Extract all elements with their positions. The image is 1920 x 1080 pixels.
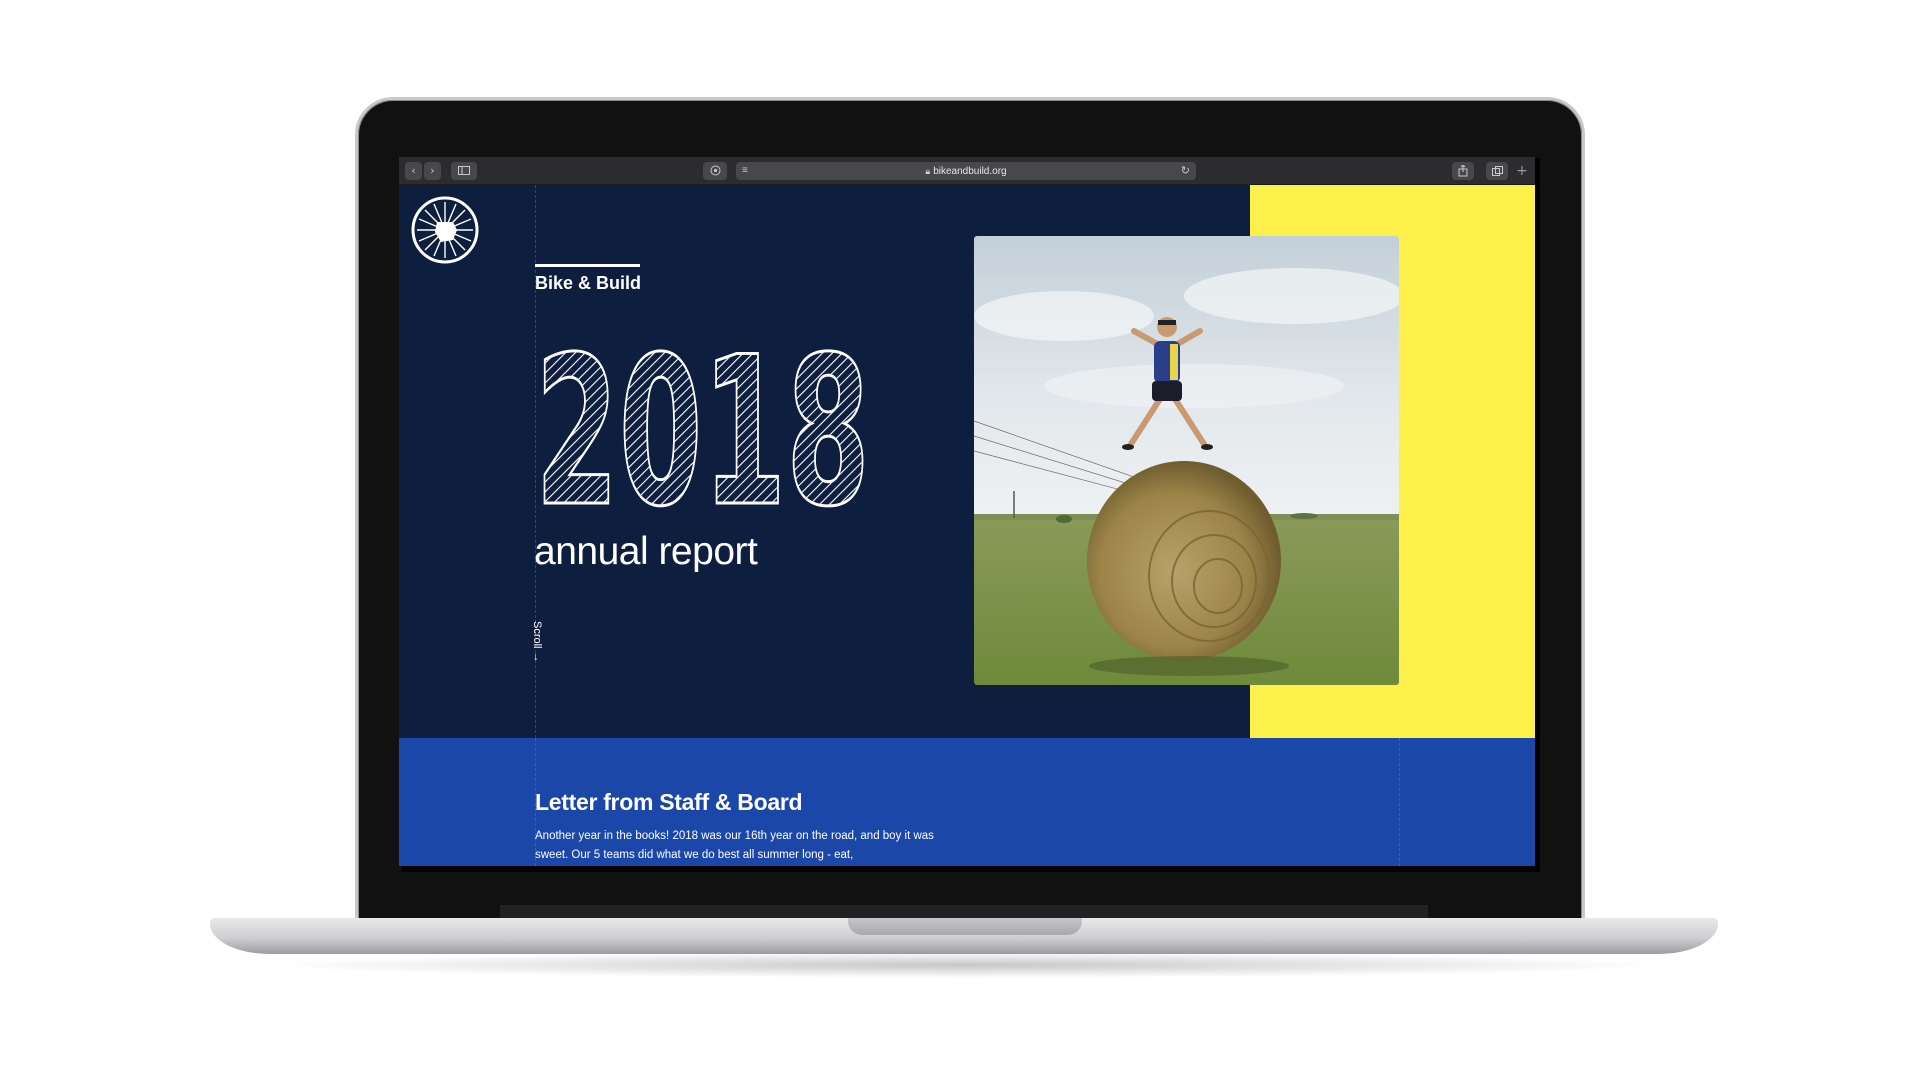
lock-icon: 🔒︎ [925,166,931,176]
back-button[interactable]: ‹ [405,162,422,180]
plus-icon[interactable]: + [1515,162,1529,180]
report-subtitle: annual report [534,530,758,573]
grid-guide-line [1399,738,1400,866]
tabs-icon [1491,166,1503,176]
scroll-cue[interactable]: Scroll → [531,621,543,663]
report-year: 2018 [535,323,872,508]
reload-icon[interactable]: ↻ [1181,162,1190,180]
chevron-right-icon: › [430,164,435,177]
share-button[interactable] [1452,162,1474,180]
hero-photo [974,236,1399,685]
laptop-shadow [260,952,1670,978]
letter-heading: Letter from Staff & Board [535,789,803,815]
forward-button[interactable]: › [424,162,441,180]
address-bar[interactable]: ≡ 🔒︎ bikeandbuild.org ↻ [736,162,1196,180]
laptop-screen: ‹ › ≡ 🔒︎ bikeandbuild.org ↻ + Bike & Bui… [399,157,1535,866]
bike-wheel-logo-icon[interactable] [411,196,479,264]
letter-body-text: Another year in the books! 2018 was our … [535,830,934,861]
brand-name: Bike & Build [535,273,642,293]
privacy-button[interactable] [703,162,727,180]
year-text: 2018 [535,323,870,508]
share-icon [1458,164,1468,177]
laptop-hinge [500,905,1428,919]
sidebar-button[interactable] [451,162,477,180]
shield-icon [710,165,720,176]
brand-rule [535,264,640,267]
browser-toolbar: ‹ › ≡ 🔒︎ bikeandbuild.org ↻ + [399,157,1535,185]
letter-section: Letter from Staff & Board Another year i… [399,738,1535,866]
tabs-overview-button[interactable] [1486,162,1508,180]
hero-section: Bike & Build 2018 annual report Scroll → [399,185,1535,738]
chevron-left-icon: ‹ [411,164,416,177]
reader-icon[interactable]: ≡ [742,162,748,180]
sidebar-icon [458,166,470,175]
url-text: bikeandbuild.org [933,166,1007,177]
laptop-notch [848,918,1082,935]
